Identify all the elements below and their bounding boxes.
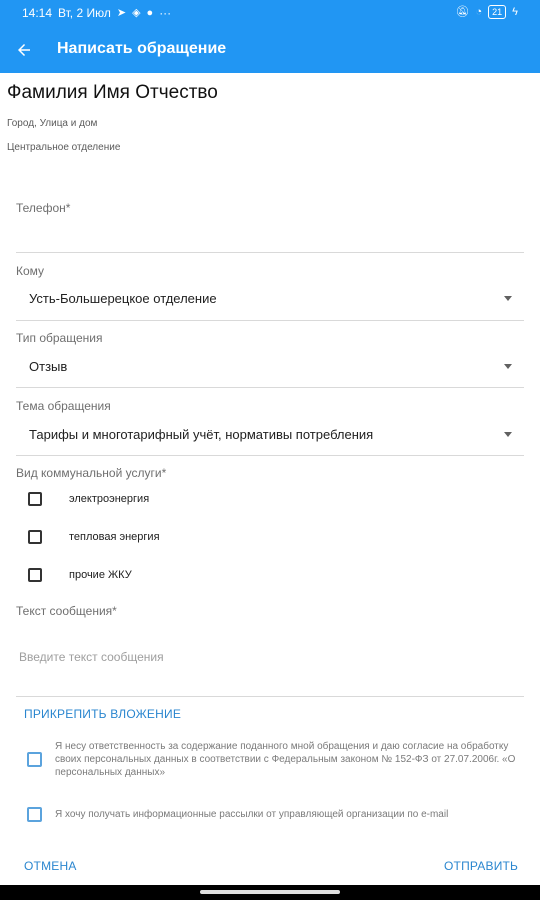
consent-text: Я несу ответственность за содержание под… — [55, 741, 516, 778]
recipient-label: Кому — [16, 264, 45, 278]
appeal-type-underline — [16, 387, 524, 388]
appeal-topic-label: Тема обращения — [16, 399, 111, 413]
appeal-type-select[interactable]: Отзыв — [16, 350, 524, 384]
service-option-label: тепловая энергия — [69, 531, 160, 543]
newsletter-row[interactable]: Я хочу получать информационные рассылки … — [16, 807, 524, 827]
dropdown-arrow-icon — [504, 432, 512, 437]
message-textarea[interactable] — [16, 640, 524, 686]
attach-file-button[interactable]: ПРИКРЕПИТЬ ВЛОЖЕНИЕ — [24, 707, 181, 721]
recipient-value: Усть-Большерецкое отделение — [29, 291, 217, 306]
battery-icon: 21 — [488, 5, 507, 19]
service-option-label: электроэнергия — [69, 493, 150, 505]
user-full-name: Фамилия Имя Отчество — [7, 82, 218, 103]
user-department: Центральное отделение — [7, 142, 121, 153]
checkbox[interactable] — [28, 568, 42, 582]
service-option-other[interactable]: прочие ЖКУ — [16, 561, 316, 591]
cancel-button[interactable]: ОТМЕНА — [24, 859, 77, 873]
service-option-electricity[interactable]: электроэнергия — [16, 485, 316, 515]
checkbox[interactable] — [28, 530, 42, 544]
appeal-topic-select[interactable]: Тарифы и многотарифный учёт, нормативы п… — [16, 418, 524, 452]
user-address: Город, Улица и дом — [7, 118, 98, 129]
page-title: Написать обращение — [57, 40, 227, 57]
phone-label: Телефон* — [16, 201, 71, 215]
appeal-type-label: Тип обращения — [16, 331, 103, 345]
dropdown-arrow-icon — [504, 364, 512, 369]
message-label: Текст сообщения* — [16, 604, 117, 618]
service-option-label: прочие ЖКУ — [69, 569, 132, 581]
home-gesture-handle[interactable] — [200, 890, 340, 894]
consent-row[interactable]: Я несу ответственность за содержание под… — [16, 740, 524, 784]
phone-underline — [16, 252, 524, 253]
service-option-heating[interactable]: тепловая энергия — [16, 523, 316, 553]
system-nav-bar — [0, 885, 540, 900]
consent-checkbox[interactable] — [27, 752, 42, 767]
newsletter-text: Я хочу получать информационные рассылки … — [55, 809, 449, 820]
arrow-back-icon — [18, 44, 30, 56]
status-bar: 14:14 Вт, 2 Июл ➤ ◈ ● ··· 🔕︎ ◔ 21 ϟ — [0, 0, 540, 27]
appeal-type-value: Отзыв — [29, 359, 68, 374]
app-bar: Написать обращение — [0, 27, 540, 73]
recipient-underline — [16, 320, 524, 321]
appeal-topic-value: Тарифы и многотарифный учёт, нормативы п… — [29, 427, 374, 442]
dropdown-arrow-icon — [504, 296, 512, 301]
status-more: ··· — [159, 6, 172, 20]
charging-icon: ϟ — [512, 5, 518, 18]
checkbox[interactable] — [28, 492, 42, 506]
send-button[interactable]: ОТПРАВИТЬ — [444, 859, 518, 873]
telegram-icon: ➤ — [116, 6, 127, 19]
vk-icon: ◈ — [132, 6, 141, 19]
newsletter-checkbox[interactable] — [27, 807, 42, 822]
service-type-label: Вид коммунальной услуги* — [16, 466, 167, 480]
wifi-icon: ◔ — [475, 5, 483, 18]
back-button[interactable] — [8, 34, 40, 66]
status-date: Вт, 2 Июл — [58, 6, 111, 20]
recipient-select[interactable]: Усть-Большерецкое отделение — [16, 282, 524, 316]
phone-input[interactable] — [16, 216, 524, 250]
status-time: 14:14 — [22, 6, 53, 20]
message-underline — [16, 696, 524, 697]
appeal-topic-underline — [16, 455, 524, 456]
mute-icon: 🔕︎ — [455, 5, 470, 18]
vk-icon: ● — [146, 6, 154, 19]
